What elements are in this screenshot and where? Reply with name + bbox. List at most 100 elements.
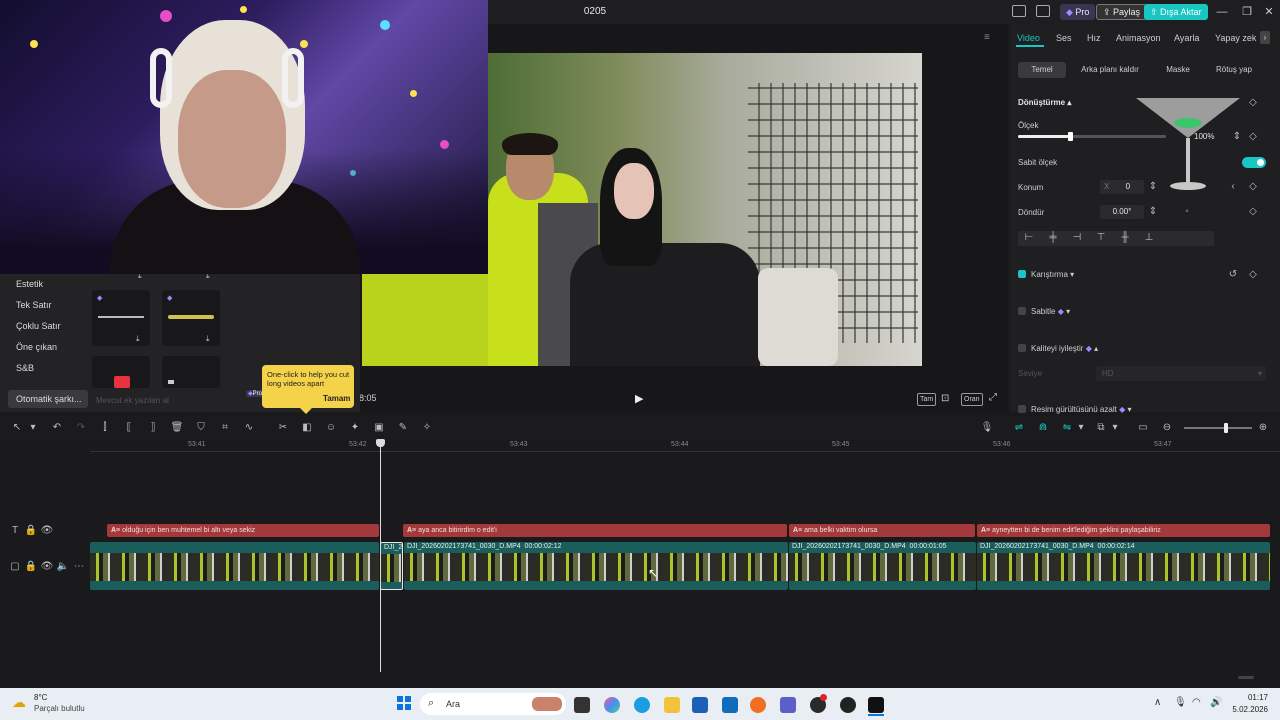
scale-slider-knob[interactable] <box>1067 132 1073 141</box>
delete-icon[interactable]: 🗑 <box>170 421 184 435</box>
taskbar-date[interactable]: 5.02.2026 <box>1222 705 1268 714</box>
expand-icon[interactable]: ⤢ <box>989 392 1001 404</box>
download-icon[interactable]: ⤓ <box>136 334 140 344</box>
quality-select[interactable]: HD ▾ <box>1096 366 1266 381</box>
shortcut-icon[interactable] <box>1036 5 1050 17</box>
frame-icon[interactable]: ▣ <box>372 421 386 435</box>
enhance-quality-checkbox[interactable] <box>1018 344 1026 352</box>
text-clip[interactable]: A≡ olduğu için ben muhtemel bi altı veya… <box>107 524 379 537</box>
eye-icon[interactable]: 👁 <box>40 560 54 574</box>
chevron-down-icon[interactable]: ▾ <box>1108 421 1122 435</box>
split-right-icon[interactable]: ⟧ <box>146 421 160 435</box>
edge-icon[interactable] <box>634 697 650 713</box>
video-clip-selected[interactable]: DJI_2 <box>380 542 403 590</box>
playhead-handle[interactable] <box>376 439 385 447</box>
chevron-down-icon[interactable]: ▾ <box>1070 270 1074 279</box>
weather-icon[interactable]: ☁ <box>12 694 26 711</box>
align-center-h-icon[interactable]: ╪ <box>1046 231 1060 245</box>
text-clip[interactable]: A≡ ayneytten bi de benim edit'lediğim şe… <box>977 524 1270 537</box>
close-icon[interactable]: ✕ <box>1258 4 1280 20</box>
weather-temp[interactable]: 8°C <box>34 693 47 702</box>
chevron-down-icon[interactable]: ▾ <box>1066 307 1070 316</box>
stepper-icon[interactable]: ⇕ <box>1230 130 1244 144</box>
keyframe-diamond-icon[interactable]: ◇ <box>1246 96 1260 110</box>
outlook-icon[interactable] <box>722 697 738 713</box>
sparkle-icon[interactable]: ✧ <box>420 421 434 435</box>
category-item[interactable]: Öne çıkan <box>8 338 88 356</box>
align-top-icon[interactable]: ⊤ <box>1094 231 1108 245</box>
keyframe-diamond-icon[interactable]: ◇ <box>1246 180 1260 194</box>
microphone-tray-icon[interactable]: 🎙 <box>1174 697 1187 708</box>
hidden-action-label[interactable]: Mevcut ek yazıları al <box>96 396 169 405</box>
store-icon[interactable] <box>692 697 708 713</box>
category-item[interactable]: Tek Satır <box>8 296 88 314</box>
weather-desc[interactable]: Parçalı bulutlu <box>34 704 85 713</box>
align-middle-v-icon[interactable]: ╫ <box>1118 231 1132 245</box>
teams-icon[interactable] <box>780 697 796 713</box>
firefox-icon[interactable] <box>750 697 766 713</box>
tab-video[interactable]: Video <box>1017 33 1040 43</box>
fullscreen-mode-button[interactable]: Tam <box>917 393 937 406</box>
crop-icon[interactable]: ⌗ <box>218 421 232 435</box>
rotate-field[interactable]: 0.00° <box>1100 205 1144 219</box>
chevron-down-icon[interactable]: ▾ <box>1127 405 1131 414</box>
preview-icon[interactable]: ▭ <box>1136 421 1150 435</box>
category-item[interactable]: S&B <box>8 359 88 377</box>
play-icon[interactable]: ▶ <box>635 392 647 405</box>
category-item[interactable]: Estetik <box>8 275 88 293</box>
magnet-icon[interactable]: ⋒ <box>1036 421 1050 435</box>
text-clip[interactable]: A≡ aya anca bitirirdim o edit'i <box>403 524 787 537</box>
scale-value[interactable]: 100% <box>1194 130 1228 144</box>
wifi-icon[interactable]: ◠ <box>1192 697 1201 708</box>
keyframe-diamond-icon[interactable]: ◇ <box>1246 130 1260 144</box>
speaker-icon[interactable]: 🔈 <box>56 560 70 574</box>
tab-audio[interactable]: Ses <box>1056 33 1072 43</box>
template-tile[interactable]: ◆ ⤓ <box>92 290 150 346</box>
curve-icon[interactable]: ∿ <box>242 421 256 435</box>
playhead[interactable] <box>380 440 381 672</box>
eye-icon[interactable]: 👁 <box>40 524 54 538</box>
capcut-icon[interactable] <box>868 697 884 713</box>
lock-icon[interactable]: 🔒 <box>24 524 38 538</box>
layout-icon[interactable] <box>1012 5 1026 17</box>
volume-icon[interactable]: 🔊 <box>1210 697 1222 708</box>
stepper-icon[interactable]: ⇕ <box>1146 205 1160 219</box>
subtab-basic[interactable]: Temel <box>1018 62 1066 78</box>
denoise-checkbox[interactable] <box>1018 405 1026 413</box>
chevron-up-icon[interactable]: ▴ <box>1094 344 1098 353</box>
auto-cut-icon[interactable]: ✂ <box>276 421 290 435</box>
mirror-icon[interactable]: ◧ <box>300 421 314 435</box>
pro-button[interactable]: ◆ Pro <box>1060 4 1096 20</box>
snap-icon[interactable]: ⇋ <box>1060 421 1074 435</box>
zoom-slider-knob[interactable] <box>1224 423 1228 433</box>
zoom-in-icon[interactable]: ⊕ <box>1256 421 1270 435</box>
keyframe-diamond-icon[interactable]: ◇ <box>1246 268 1260 282</box>
zoom-slider[interactable] <box>1184 423 1252 433</box>
fixed-scale-toggle[interactable] <box>1242 157 1266 168</box>
video-clip[interactable]: DJI_20260202173741_0030_D.MP4 00:00:02:1… <box>404 542 788 590</box>
tab-speed[interactable]: Hız <box>1087 33 1101 43</box>
edit-icon[interactable]: ✎ <box>396 421 410 435</box>
maximize-icon[interactable]: ❐ <box>1236 4 1258 20</box>
split-left-icon[interactable]: ⟦ <box>122 421 136 435</box>
crop-icon[interactable]: ⊡ <box>941 393 953 404</box>
shield-icon[interactable]: ⛉ <box>194 421 208 435</box>
layers-icon[interactable]: ⧉ <box>1094 421 1108 435</box>
reset-icon[interactable]: ↺ <box>1226 268 1240 282</box>
tab-adjust[interactable]: Ayarla <box>1174 33 1199 43</box>
template-tile[interactable] <box>92 356 150 388</box>
task-view-icon[interactable] <box>574 697 590 713</box>
tab-ai[interactable]: Yapay zek <box>1215 33 1259 43</box>
chevron-up-icon[interactable]: ▴ <box>1067 98 1071 107</box>
windows-start-icon[interactable] <box>397 696 411 710</box>
microphone-icon[interactable]: 🎙 <box>980 421 994 435</box>
copilot-icon[interactable] <box>604 697 620 713</box>
stepper-icon[interactable]: ⇕ <box>1146 180 1160 194</box>
taskbar-search-box[interactable]: ⌕ Ara <box>420 693 566 715</box>
player-menu-icon[interactable]: ≡ <box>984 32 996 43</box>
media-player-icon[interactable] <box>840 697 856 713</box>
taskbar-time[interactable]: 01:17 <box>1232 693 1268 702</box>
text-clip[interactable]: A≡ ama belki vaktim olursa <box>789 524 975 537</box>
chevron-down-icon[interactable]: ▾ <box>26 421 40 435</box>
split-icon[interactable]: ⫿ <box>98 421 112 435</box>
